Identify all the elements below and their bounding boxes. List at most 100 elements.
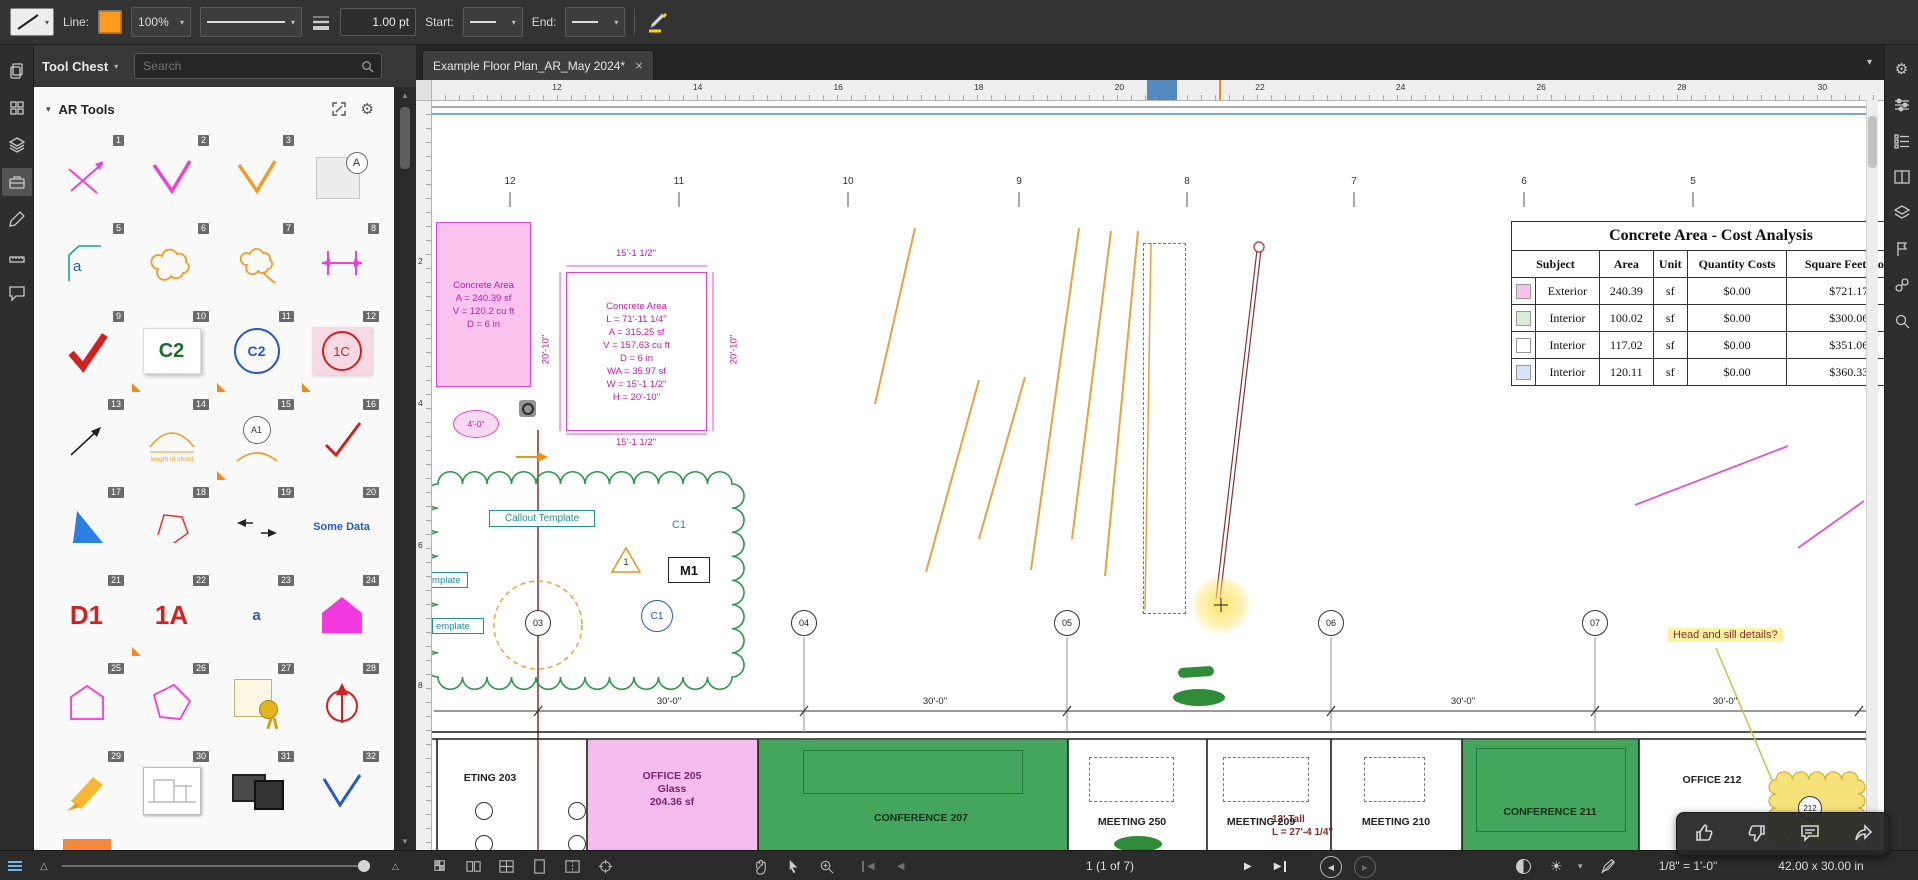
tool-22[interactable]: 1A 22 — [129, 571, 214, 659]
tool-panel-scrollbar[interactable]: ▲ ▼ — [394, 87, 416, 850]
line-style-select[interactable]: ▾ — [200, 7, 303, 37]
file-access-icon[interactable] — [2, 57, 32, 85]
tool-9[interactable]: 9 — [44, 307, 129, 395]
tool-26[interactable]: 26 — [129, 659, 214, 747]
search-icon[interactable] — [1887, 307, 1917, 335]
thumbnails-icon[interactable] — [2, 94, 32, 122]
brightness-icon[interactable]: ☀ — [1550, 851, 1563, 880]
opacity-select[interactable]: 100% ▾ — [131, 7, 192, 37]
transparency-view-icon[interactable] — [432, 858, 449, 875]
tool-27[interactable]: 27 — [214, 659, 299, 747]
section-gear-icon[interactable]: ⚙ — [361, 100, 374, 118]
line-tool-button[interactable]: ▾ — [10, 8, 55, 36]
line-color-swatch[interactable] — [98, 10, 123, 34]
text-callout[interactable]: Head and sill details? — [1668, 628, 1783, 642]
comment-button[interactable] — [1797, 820, 1823, 849]
next-page-button[interactable]: ▶ — [1244, 861, 1252, 872]
drawing-canvas[interactable]: 15'-1 1/2" 15'-1 1/2" 20'-10" 20'-10" 4'… — [416, 80, 1884, 850]
section-chevron-icon[interactable]: ▾ — [46, 104, 51, 115]
end-cap-select[interactable]: ▾ — [565, 7, 626, 37]
tool-3[interactable]: 3 — [214, 131, 299, 219]
tool-31[interactable]: 31 — [214, 747, 299, 835]
pan-hand-icon[interactable] — [752, 858, 769, 875]
tab-list-chevron-icon[interactable]: ▾ — [1867, 57, 1872, 68]
tool-8[interactable]: 8 — [299, 219, 384, 307]
thumbs-down-button[interactable] — [1744, 820, 1770, 849]
view-forward-button[interactable]: ▶ — [1354, 856, 1376, 878]
markup-list-icon[interactable] — [2, 205, 32, 233]
tool-note-a[interactable]: A — [299, 131, 384, 219]
layers-icon[interactable] — [2, 131, 32, 159]
tool-12[interactable]: 1C 12 — [299, 307, 384, 395]
scroll-down-icon[interactable]: ▼ — [394, 837, 416, 846]
tool-23[interactable]: a 23 — [214, 571, 299, 659]
tool-section-header[interactable]: ▾ AR Tools ⚙ — [34, 87, 394, 131]
tool-rect-orange-fill[interactable] — [44, 835, 129, 850]
zoom-slider[interactable] — [62, 865, 362, 867]
tool-32[interactable]: 32 — [299, 747, 384, 835]
markups-list-icon[interactable] — [1887, 127, 1917, 155]
start-cap-select[interactable]: ▾ — [462, 7, 523, 37]
line-width-input[interactable] — [340, 8, 417, 36]
registration-icon[interactable] — [597, 858, 614, 875]
properties-sliders-icon[interactable] — [1887, 91, 1917, 119]
split-view-icon[interactable] — [1887, 163, 1917, 191]
embedded-annotation-icon[interactable] — [519, 400, 536, 417]
tool-25[interactable]: 25 — [44, 659, 129, 747]
search-input[interactable] — [134, 53, 383, 79]
fit-resize-icon[interactable] — [331, 101, 347, 117]
share-button[interactable] — [1850, 820, 1876, 849]
document-tab[interactable]: Example Floor Plan_AR_May 2024* × — [422, 50, 654, 80]
single-page-view-icon[interactable] — [531, 858, 548, 875]
scrollbar-thumb[interactable] — [1868, 116, 1877, 168]
tool-28[interactable]: 28 — [299, 659, 384, 747]
split-view-icon[interactable] — [564, 858, 581, 875]
tool-11[interactable]: C2 11 — [214, 307, 299, 395]
tool-chest-chevron-icon[interactable]: ▾ — [114, 62, 118, 71]
first-page-button[interactable]: ◀ — [862, 860, 875, 872]
display-options-chevron-icon[interactable]: ▾ — [1578, 851, 1583, 880]
scrollbar-thumb[interactable] — [400, 107, 410, 169]
tool-30[interactable]: 30 — [129, 747, 214, 835]
grid-view-icon[interactable] — [498, 858, 515, 875]
tool-24[interactable]: 24 — [299, 571, 384, 659]
prev-page-button[interactable]: ◀ — [897, 861, 905, 872]
expand-up-icon[interactable]: △ — [40, 851, 48, 880]
slider-step-icon[interactable]: △ — [392, 851, 399, 880]
measure-icon[interactable] — [2, 242, 32, 270]
thumbs-up-button[interactable] — [1691, 820, 1717, 849]
last-page-button[interactable]: ▶ — [1274, 860, 1287, 872]
panel-menu-icon[interactable] — [8, 851, 22, 880]
tool-17[interactable]: 17 — [44, 483, 129, 571]
tool-18[interactable]: 18 — [129, 483, 214, 571]
cost-analysis-table[interactable]: Concrete Area - Cost Analysis Subject Area… — [1511, 221, 1884, 386]
tool-29[interactable]: 29 — [44, 747, 129, 835]
flag-icon[interactable] — [1887, 235, 1917, 263]
tool-14[interactable]: length of chord 14 — [129, 395, 214, 483]
tool-1[interactable]: 1 — [44, 131, 129, 219]
tool-chest-icon[interactable] — [1, 168, 32, 196]
callout-template-box[interactable]: Callout Template — [489, 510, 595, 527]
scroll-up-icon[interactable]: ▲ — [394, 91, 416, 100]
zoom-tool-icon[interactable] — [818, 858, 835, 875]
search-box[interactable] — [134, 53, 383, 79]
tool-21[interactable]: D1 21 — [44, 571, 129, 659]
page-indicator[interactable]: 1 (1 of 7) — [990, 851, 1230, 880]
concrete-area-1[interactable]: Concrete Area A = 240.39 sf V = 120.2 cu f… — [436, 222, 531, 387]
gear-icon[interactable]: ⚙ — [1887, 55, 1917, 83]
view-back-button[interactable]: ◀ — [1320, 856, 1342, 878]
concrete-area-2[interactable]: Concrete Area L = 71'-11 1/4" A = 315.25 s… — [566, 272, 707, 431]
two-page-view-icon[interactable] — [465, 858, 482, 875]
tool-5[interactable]: a5 — [44, 219, 129, 307]
tool-2[interactable]: 2 — [129, 131, 214, 219]
tool-16[interactable]: 16 — [299, 395, 384, 483]
tool-7[interactable]: 7 — [214, 219, 299, 307]
tool-13[interactable]: 13 — [44, 395, 129, 483]
canvas-vertical-scrollbar[interactable] — [1866, 100, 1878, 850]
tool-10[interactable]: C2 10 — [129, 307, 214, 395]
contrast-icon[interactable] — [1516, 851, 1531, 880]
tool-19[interactable]: 19 — [214, 483, 299, 571]
layers-icon[interactable] — [1887, 199, 1917, 227]
tool-20[interactable]: Some Data 20 — [299, 483, 384, 571]
select-cursor-icon[interactable] — [785, 858, 802, 875]
